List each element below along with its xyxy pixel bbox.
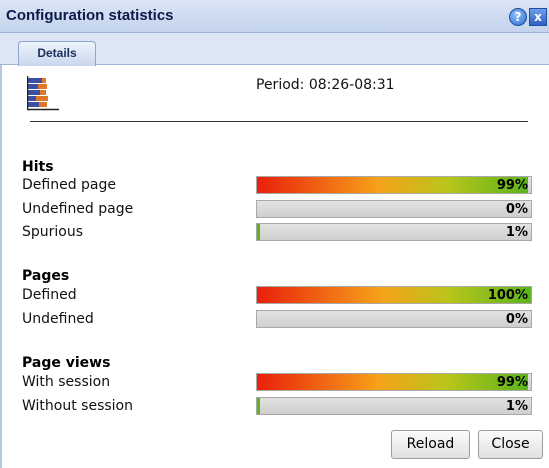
- row-label-without-session: Without session: [22, 398, 133, 414]
- section-title-page-views: Page views: [22, 355, 111, 371]
- window-title: Configuration statistics: [6, 7, 174, 24]
- row-label-defined: Defined: [22, 287, 77, 303]
- bar-percent-text: 0%: [505, 202, 528, 217]
- row-label-defined-page: Defined page: [22, 177, 117, 193]
- tab-details[interactable]: Details: [18, 41, 96, 66]
- progress-bar-undefined-page: 0%: [256, 200, 532, 218]
- title-bar: Configuration statistics ? x: [0, 0, 549, 33]
- tab-strip: Details: [0, 33, 549, 66]
- bar-percent-text: 99%: [496, 375, 528, 390]
- row-label-undefined-page: Undefined page: [22, 201, 134, 217]
- row-label-spurious: Spurious: [22, 224, 84, 240]
- help-icon[interactable]: ?: [509, 8, 527, 26]
- bar-fill: [257, 224, 260, 240]
- section-title-hits: Hits: [22, 159, 54, 175]
- progress-bar-without-session: 1%: [256, 397, 532, 415]
- bar-fill: [257, 398, 260, 414]
- progress-bar-defined-page: 99%: [256, 176, 532, 194]
- progress-bar-undefined: 0%: [256, 310, 532, 328]
- stats-chart-icon: [27, 76, 59, 111]
- row-label-with-session: With session: [22, 374, 111, 390]
- period-label: Period: 08:26-08:31: [256, 77, 395, 93]
- bar-fill: [257, 177, 529, 193]
- bar-percent-text: 100%: [487, 288, 528, 303]
- section-title-pages: Pages: [22, 268, 70, 284]
- close-button[interactable]: Close: [478, 430, 543, 459]
- row-label-undefined: Undefined: [22, 311, 94, 327]
- progress-bar-spurious: 1%: [256, 223, 532, 241]
- details-panel: Period: 08:26-08:31 Hits Defined page 99…: [0, 65, 549, 468]
- bar-percent-text: 1%: [505, 399, 528, 414]
- bar-percent-text: 0%: [505, 312, 528, 327]
- divider: [30, 121, 528, 122]
- progress-bar-defined: 100%: [256, 286, 532, 304]
- reload-button[interactable]: Reload: [391, 430, 470, 459]
- bar-percent-text: 1%: [505, 225, 528, 240]
- bar-fill: [257, 374, 529, 390]
- progress-bar-with-session: 99%: [256, 373, 532, 391]
- close-icon[interactable]: x: [529, 8, 547, 26]
- bar-percent-text: 99%: [496, 178, 528, 193]
